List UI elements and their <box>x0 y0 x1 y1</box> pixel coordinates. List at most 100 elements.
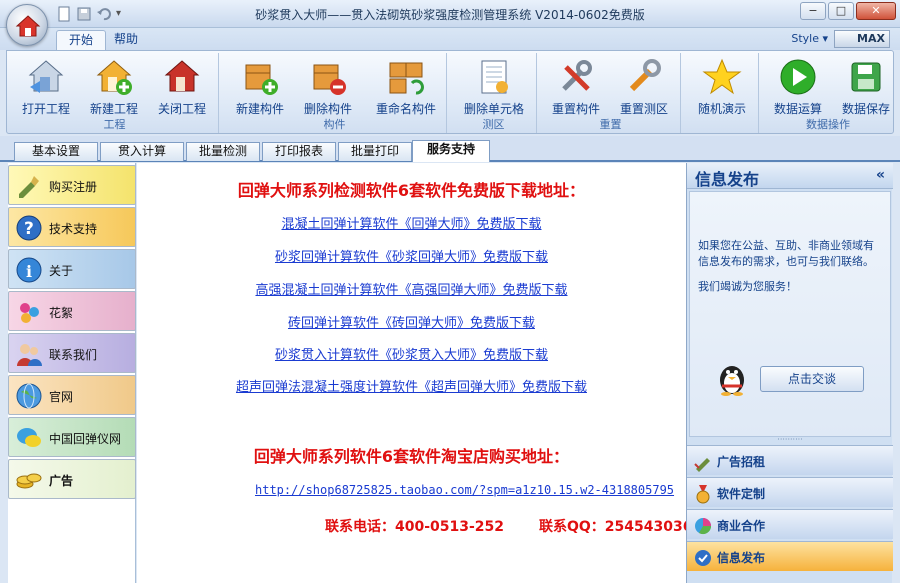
download-link-mortar-penetration[interactable]: 砂浆贯入计算软件《砂浆贯入大师》免费版下载 <box>137 344 686 363</box>
shop-url-link[interactable]: http://shop68725825.taobao.com/?spm=a1z1… <box>255 483 674 497</box>
panel-item-ad-rental[interactable]: 广告招租 <box>687 445 893 475</box>
ribbon-group-label: 工程 <box>103 118 126 131</box>
nav-about[interactable]: i 关于 <box>8 249 136 289</box>
boxes-rename-icon <box>389 62 424 95</box>
nav-label: 关于 <box>49 264 74 278</box>
panel-item-label: 软件定制 <box>717 487 766 501</box>
chat-bubble-icon <box>17 428 41 447</box>
download-link-brick[interactable]: 砖回弹计算软件《砖回弹大师》免费版下载 <box>137 312 686 331</box>
panel-item-label: 商业合作 <box>717 519 766 533</box>
medal-icon <box>696 485 710 504</box>
tab-batch-test[interactable]: 批量检测 <box>186 142 260 161</box>
wrench-icon <box>629 59 661 92</box>
download-link-mortar-rebound[interactable]: 砂浆回弹计算软件《砂浆回弹大师》免费版下载 <box>137 246 686 265</box>
shop-headline: 回弹大师系列软件6套软件淘宝店购买地址： <box>253 447 570 466</box>
download-link-ultrasonic[interactable]: 超声回弹法混凝土强度计算软件《超声回弹大师》免费版下载 <box>137 376 686 395</box>
sparkle-icon <box>20 303 39 323</box>
ribbon-group-label: 测区 <box>482 118 505 131</box>
delete-cell-label: 删除单元格 <box>463 102 524 116</box>
panel-item-custom-software[interactable]: 软件定制 <box>687 477 893 507</box>
compute-data-label: 数据运算 <box>773 102 822 116</box>
delete-cell-button[interactable]: 删除单元格 <box>455 55 533 117</box>
ribbon: 打开工程 新建工程 关闭工程 工程 新建构件 删除构件 重命名构件 构件 删除单… <box>6 50 894 134</box>
reset-zone-button[interactable]: 重置测区 <box>611 55 677 117</box>
help-icon: ? <box>16 215 42 241</box>
reset-component-button[interactable]: 重置构件 <box>543 55 609 117</box>
house-open-icon <box>28 60 64 93</box>
rename-component-label: 重命名构件 <box>375 102 436 116</box>
nav-ads[interactable]: 广告 <box>8 459 136 499</box>
new-component-label: 新建构件 <box>235 102 284 116</box>
random-demo-button[interactable]: 随机演示 <box>689 55 755 117</box>
info-icon: i <box>16 257 42 283</box>
application-menu-button[interactable] <box>6 4 48 46</box>
nav-official-site[interactable]: 官网 <box>8 375 136 415</box>
ribbon-group-label: 重置 <box>599 118 622 131</box>
panel-splitter[interactable]: ·········· <box>687 436 893 445</box>
panel-item-business[interactable]: 商业合作 <box>687 509 893 539</box>
collapse-icon[interactable]: « <box>876 167 885 183</box>
panel-item-label: 信息发布 <box>717 551 766 565</box>
ribbon-group-label: 构件 <box>323 118 346 131</box>
random-demo-label: 随机演示 <box>697 102 746 116</box>
info-panel-body: 如果您在公益、互助、非商业领域有信息发布的需求，也可与我们联络。 我们竭诚为您服… <box>689 191 891 437</box>
ribbon-group-reset: 重置构件 重置测区 重置 <box>541 53 681 133</box>
nav-tech-support[interactable]: ? 技术支持 <box>8 207 136 247</box>
download-link-high-strength[interactable]: 高强混凝土回弹计算软件《高强回弹大师》免费版下载 <box>137 279 686 298</box>
new-component-button[interactable]: 新建构件 <box>227 55 293 117</box>
box-remove-icon <box>313 64 346 95</box>
tab-help[interactable]: 帮助 <box>102 30 150 50</box>
nav-label: 中国回弹仪网 <box>49 432 122 446</box>
open-project-label: 打开工程 <box>21 102 70 116</box>
house-close-icon <box>164 60 200 92</box>
ribbon-tab-bar: 开始 帮助 <box>0 28 900 50</box>
download-headline: 回弹大师系列检测软件6套软件免费版下载地址： <box>237 181 586 200</box>
restore-button[interactable]: □ <box>828 2 854 20</box>
tab-batch-print[interactable]: 批量打印 <box>338 142 412 161</box>
compute-data-button[interactable]: 数据运算 <box>765 55 831 117</box>
save-data-label: 数据保存 <box>841 102 890 116</box>
nav-register[interactable]: 购买注册 <box>8 165 136 205</box>
open-project-button[interactable]: 打开工程 <box>13 55 79 117</box>
tab-service-support[interactable]: 服务支持 <box>412 140 490 162</box>
tab-basic-settings[interactable]: 基本设置 <box>14 142 98 161</box>
ribbon-group-project: 打开工程 新建工程 关闭工程 工程 <box>11 53 219 133</box>
close-button[interactable]: ✕ <box>856 2 896 20</box>
close-project-button[interactable]: 关闭工程 <box>149 55 215 117</box>
nav-label: 花絮 <box>49 306 74 320</box>
contact-qq: 联系QQ：2545430366 <box>539 519 686 535</box>
window-title: 砂浆贯入大师——贯入法砌筑砂浆强度检测管理系统 V2014-0602免费版 <box>255 8 645 22</box>
nav-label: 广告 <box>49 474 74 488</box>
document-tab-bar: 基本设置 贯入计算 批量检测 打印报表 批量打印 服务支持 <box>0 136 900 162</box>
home-icon <box>15 15 41 37</box>
contacts-icon <box>17 344 42 366</box>
download-link-rebound[interactable]: 混凝土回弹计算软件《回弹大师》免费版下载 <box>137 213 686 232</box>
tab-print-report[interactable]: 打印报表 <box>262 142 336 161</box>
rename-component-button[interactable]: 重命名构件 <box>369 55 443 117</box>
max-button[interactable]: MAX <box>834 30 890 48</box>
new-project-button[interactable]: 新建工程 <box>81 55 147 117</box>
tab-start[interactable]: 开始 <box>56 30 107 50</box>
delete-component-label: 删除构件 <box>303 102 352 116</box>
info-panel-header: 信息发布 « <box>687 163 893 189</box>
ribbon-group-label: 数据操作 <box>806 118 850 131</box>
floppy-disk-icon <box>851 62 881 92</box>
nav-label: 官网 <box>49 390 74 404</box>
minimize-button[interactable]: − <box>800 2 826 20</box>
nav-highlights[interactable]: 花絮 <box>8 291 136 331</box>
delete-component-button[interactable]: 删除构件 <box>295 55 361 117</box>
click-to-chat-button[interactable]: 点击交谈 <box>760 366 864 392</box>
coins-icon <box>16 473 42 489</box>
sheet-delete-icon <box>481 60 508 94</box>
style-dropdown[interactable]: Style ▾ <box>791 32 828 45</box>
nav-contact-us[interactable]: 联系我们 <box>8 333 136 373</box>
info-serve-text: 我们竭诚为您服务！ <box>698 280 797 293</box>
info-panel-title: 信息发布 <box>695 170 760 189</box>
nav-china-rebound-site[interactable]: 中国回弹仪网 <box>8 417 136 457</box>
reset-zone-label: 重置测区 <box>619 102 668 116</box>
panel-item-info-publish[interactable]: 信息发布 <box>687 541 893 571</box>
window-controls: − □ ✕ <box>800 2 896 20</box>
nav-label: 联系我们 <box>49 348 98 362</box>
save-data-button[interactable]: 数据保存 <box>833 55 899 117</box>
tab-penetration-calc[interactable]: 贯入计算 <box>100 142 184 161</box>
